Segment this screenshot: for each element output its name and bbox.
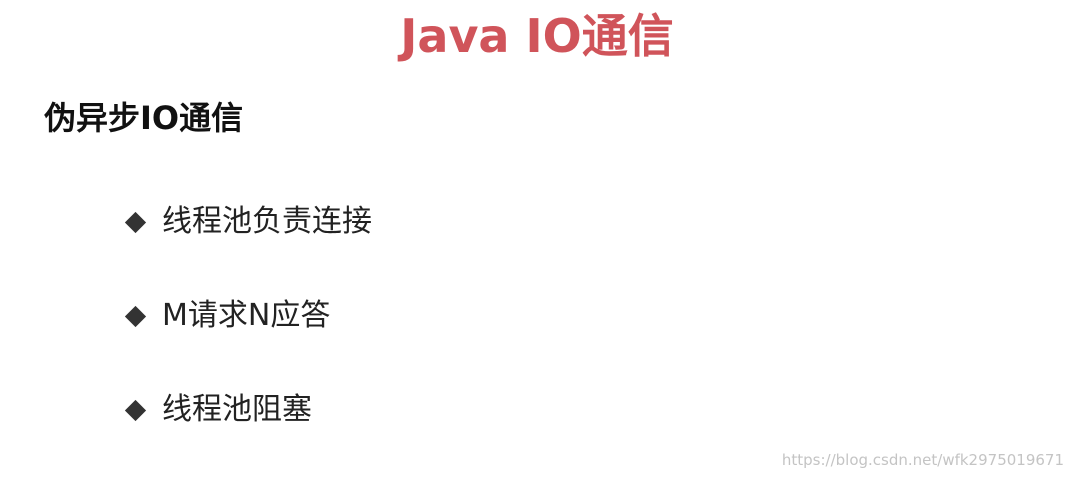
bullet-text: 线程池阻塞 bbox=[162, 392, 312, 427]
bullet-text: 线程池负责连接 bbox=[162, 204, 372, 239]
bullet-item: 线程池阻塞 bbox=[122, 384, 372, 436]
diamond-bullet-icon bbox=[122, 209, 148, 235]
bullet-text: M请求N应答 bbox=[162, 298, 331, 333]
diamond-bullet-icon bbox=[122, 397, 148, 423]
slide-title: Java IO通信 bbox=[400, 9, 674, 63]
watermark: https://blog.csdn.net/wfk2975019671 bbox=[781, 451, 1064, 469]
diamond-bullet-icon bbox=[122, 303, 148, 329]
section-heading: 伪异步IO通信 bbox=[44, 99, 244, 137]
bullet-item: M请求N应答 bbox=[122, 290, 372, 342]
bullet-item: 线程池负责连接 bbox=[122, 196, 372, 248]
bullet-list: 线程池负责连接 M请求N应答 线程池阻塞 bbox=[122, 196, 372, 478]
